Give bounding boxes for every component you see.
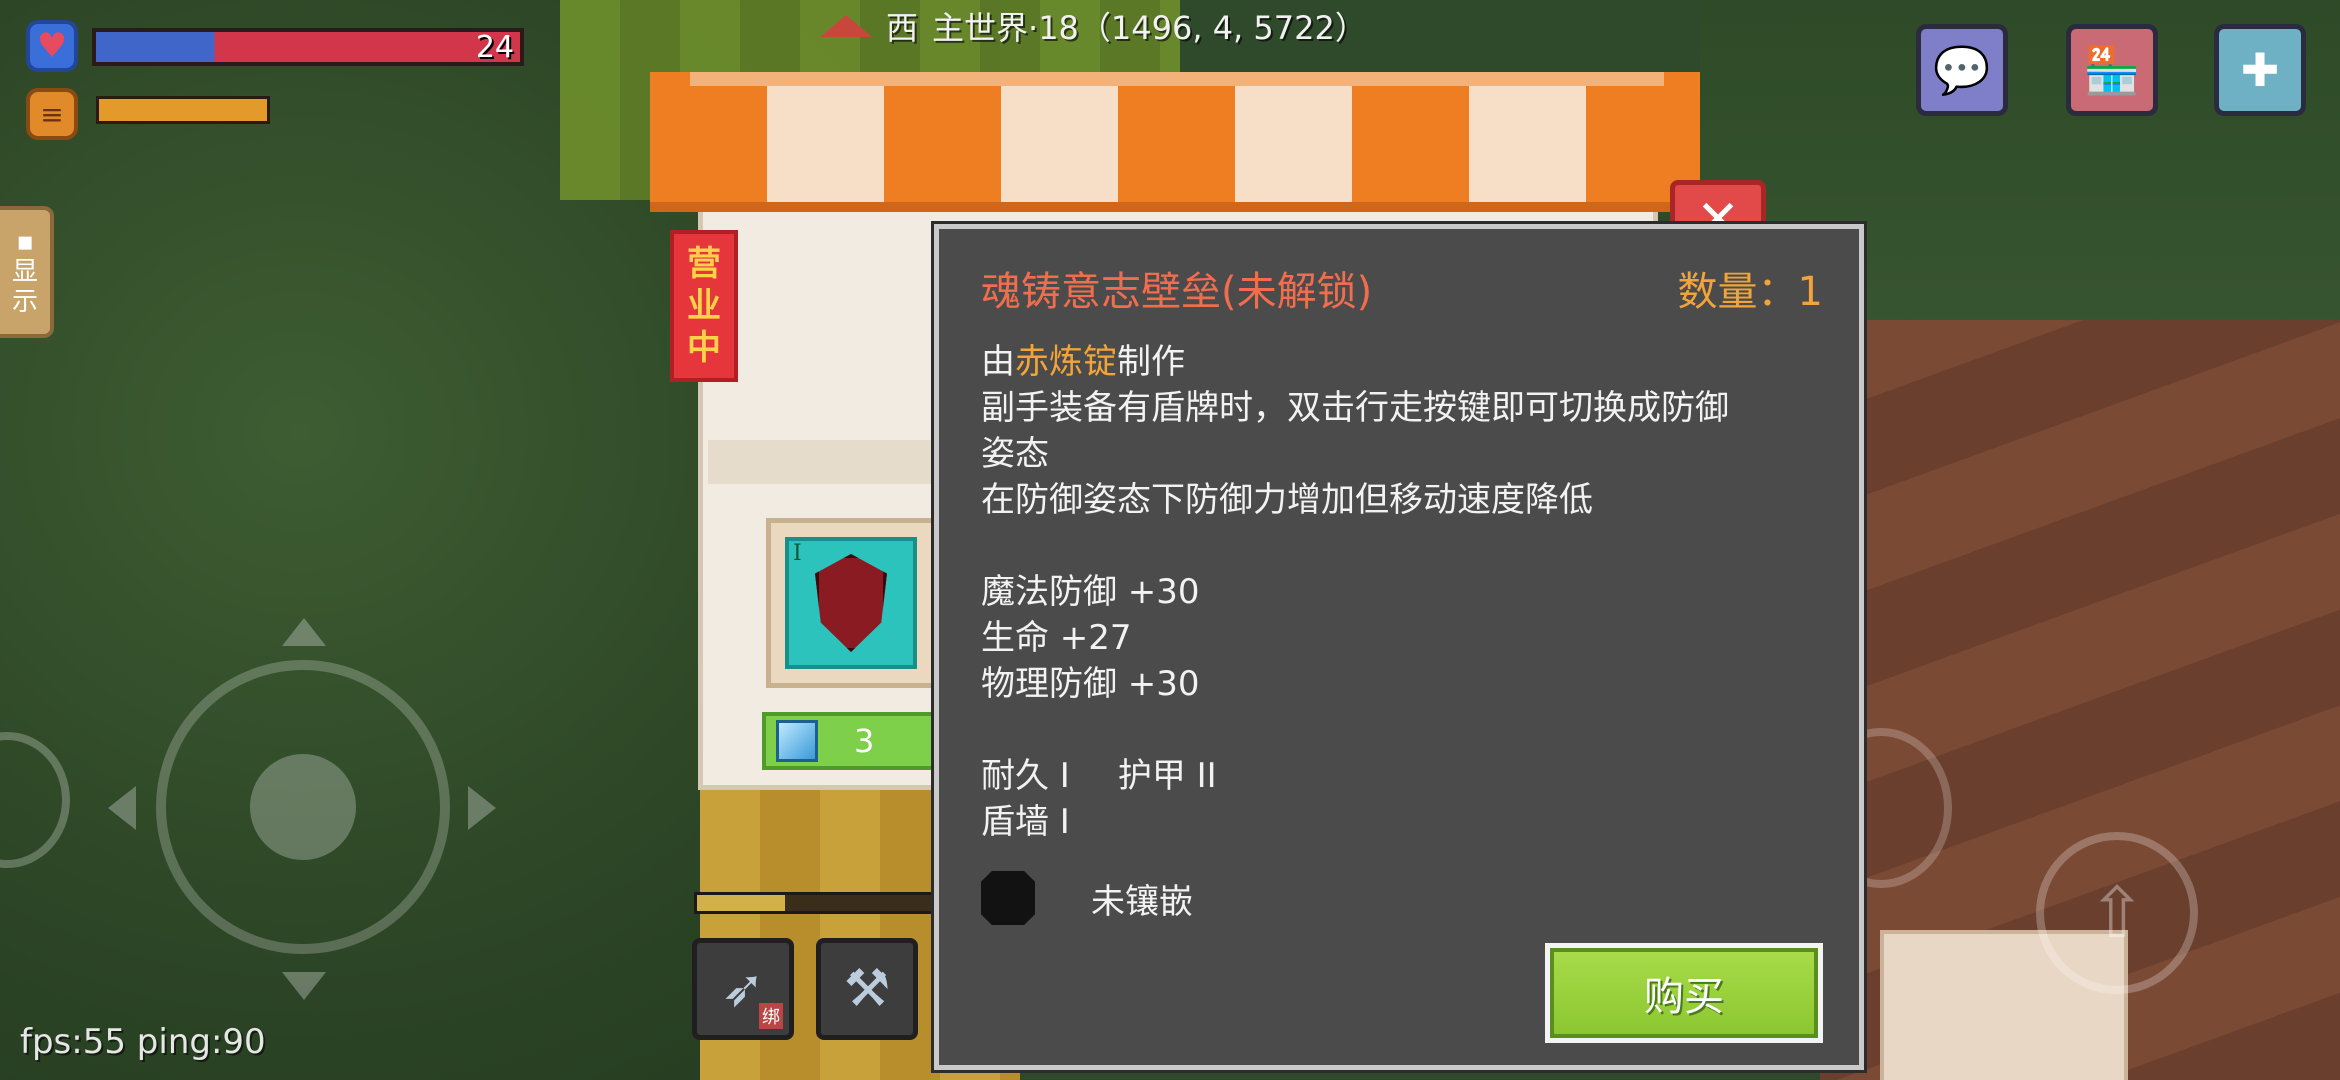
show-toggle-tab[interactable]: ▪ 显 示 bbox=[0, 206, 54, 338]
open-sign-char-1: 营 bbox=[687, 244, 721, 284]
stall-awning bbox=[650, 72, 1700, 212]
price-value: 3 bbox=[854, 722, 875, 760]
chat-button[interactable]: 💬 bbox=[1916, 24, 2008, 116]
health-value: 24 bbox=[475, 30, 514, 65]
stat-magic-defense: 魔法防御 +30 bbox=[981, 572, 1200, 612]
experience-bar bbox=[694, 892, 944, 914]
location-display: 西 主世界·18（1496, 4, 5722） bbox=[820, 4, 1367, 48]
socket-row: 未镶嵌 bbox=[981, 871, 1193, 925]
experience-bar-fill bbox=[697, 895, 785, 911]
health-bar-fill bbox=[96, 32, 520, 62]
direction-label: 西 bbox=[886, 9, 919, 47]
bound-tag: 绑 bbox=[759, 1003, 783, 1029]
joystick-thumb[interactable] bbox=[250, 754, 356, 860]
joystick-down-arrow-icon bbox=[282, 972, 326, 1000]
enchant-durability: 耐久 I bbox=[981, 756, 1070, 796]
shield-icon bbox=[815, 554, 887, 652]
crafted-by-line: 由赤炼锭制作 bbox=[981, 339, 1841, 385]
shovel-icon: ⚒ bbox=[843, 959, 891, 1019]
shop-item-slot[interactable]: I bbox=[766, 518, 936, 688]
item-tier-label: I bbox=[793, 541, 802, 566]
stall-awning-trim bbox=[690, 72, 1664, 86]
description-line-3: 在防御姿态下防御力增加但移动速度降低 bbox=[981, 480, 1593, 520]
plus-button[interactable]: ✚ bbox=[2214, 24, 2306, 116]
fps-ping-readout: fps:55 ping:90 bbox=[20, 1022, 266, 1062]
buy-button[interactable]: 购买 bbox=[1545, 943, 1823, 1043]
chat-small-icon: ▪ bbox=[16, 227, 34, 257]
hotbar-slot-bow[interactable]: ➶ 绑 bbox=[692, 938, 794, 1040]
jump-arrow-icon: ⇧ bbox=[2087, 872, 2147, 954]
empty-socket-icon bbox=[981, 871, 1035, 925]
gem-currency-icon bbox=[776, 720, 818, 762]
enchant-armor: 护甲 II bbox=[1117, 756, 1217, 796]
enchant-row: 耐久 I 护甲 II bbox=[981, 753, 1841, 799]
stall-shelf bbox=[708, 440, 968, 484]
item-quantity: 数量：1 bbox=[1677, 269, 1823, 315]
description-line-2: 姿态 bbox=[981, 434, 1049, 474]
open-sign-char-2: 业 bbox=[687, 286, 721, 326]
description-line-1: 副手装备有盾牌时，双击行走按键即可切换成防御 bbox=[981, 388, 1729, 428]
crafted-prefix: 由 bbox=[981, 342, 1015, 382]
crafted-suffix: 制作 bbox=[1117, 342, 1185, 382]
hunger-bar-fill bbox=[99, 99, 267, 121]
show-label-2: 示 bbox=[11, 287, 38, 317]
health-bar: 24 bbox=[92, 28, 524, 66]
open-sign-char-3: 中 bbox=[687, 328, 721, 368]
show-label-1: 显 bbox=[11, 257, 38, 287]
socket-status: 未镶嵌 bbox=[1091, 881, 1193, 922]
joystick-up-arrow-icon bbox=[282, 618, 326, 646]
burger-icon: ≡ bbox=[26, 88, 78, 140]
item-description: 由赤炼锭制作 副手装备有盾牌时，双击行走按键即可切换成防御 姿态 在防御姿态下防… bbox=[981, 339, 1841, 845]
item-title: 魂铸意志壁垒(未解锁) bbox=[981, 269, 1373, 315]
shop-button[interactable]: 🏪 bbox=[2066, 24, 2158, 116]
stat-physical-defense: 物理防御 +30 bbox=[981, 664, 1200, 704]
stat-life: 生命 +27 bbox=[981, 618, 1132, 658]
shop-icon: 🏪 bbox=[2083, 42, 2141, 97]
joystick-right-arrow-icon bbox=[468, 786, 496, 830]
open-sign: 营 业 中 bbox=[670, 230, 738, 382]
item-price: 3 bbox=[762, 712, 942, 770]
heart-icon: ♥ bbox=[26, 20, 78, 72]
item-tooltip: 魂铸意志壁垒(未解锁) 数量：1 由赤炼锭制作 副手装备有盾牌时，双击行走按键即… bbox=[934, 224, 1864, 1070]
world-coordinates: 主世界·18（1496, 4, 5722） bbox=[932, 9, 1367, 47]
hunger-bar bbox=[96, 96, 270, 124]
plus-icon: ✚ bbox=[2240, 43, 2280, 97]
hotbar-slot-shovel[interactable]: ⚒ bbox=[816, 938, 918, 1040]
chat-bubble-icon: 💬 bbox=[1933, 42, 1991, 97]
joystick-left-arrow-icon bbox=[108, 786, 136, 830]
crafting-material: 赤炼锭 bbox=[1015, 342, 1117, 382]
jump-button[interactable]: ⇧ bbox=[2036, 832, 2198, 994]
item-card: I bbox=[785, 537, 917, 669]
compass-arrow-icon bbox=[820, 15, 872, 37]
enchant-shieldwall: 盾墙 I bbox=[981, 802, 1070, 842]
